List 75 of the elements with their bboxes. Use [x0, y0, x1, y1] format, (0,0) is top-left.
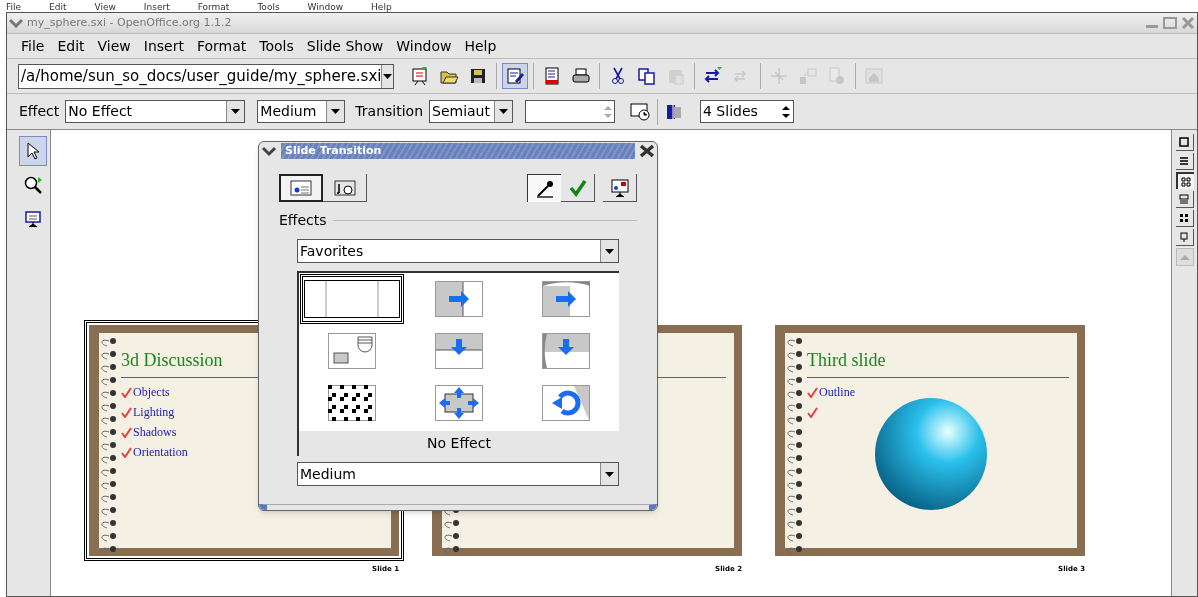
master-view-icon[interactable] [1175, 229, 1194, 246]
transition-dropdown[interactable]: Semiaut [429, 100, 513, 123]
background-menu-item[interactable]: Help [371, 3, 392, 12]
background-menu-item[interactable]: Window [307, 3, 344, 12]
edit-mode-icon[interactable] [502, 63, 528, 89]
close-icon[interactable] [639, 144, 655, 158]
none-effect-icon[interactable] [300, 274, 405, 324]
dropdown-caret-icon[interactable] [494, 101, 512, 122]
menu-item[interactable]: Format [196, 35, 247, 57]
dropdown-caret-icon[interactable] [600, 240, 618, 262]
check-bullet-icon [121, 426, 132, 438]
check-bullet-icon [807, 406, 818, 418]
speed-dropdown[interactable]: Medium [257, 100, 346, 123]
effect-name: No Effect [299, 431, 619, 456]
select-tool-icon[interactable] [18, 136, 47, 166]
background-menu-item[interactable]: View [94, 3, 116, 12]
menu-item[interactable]: File [21, 35, 45, 57]
slide-title: 3d Discussion [121, 349, 224, 371]
preview-screen-icon [609, 177, 630, 198]
slide-bullet-text: Lighting [133, 404, 175, 421]
slide-bullet-text: Orientation [133, 444, 188, 461]
slides-per-row-field[interactable]: 4 Slides [700, 100, 794, 123]
menu-item[interactable]: Slide Show [306, 35, 384, 57]
slide-thumbnail[interactable]: Third slide Outline [775, 325, 1085, 556]
check-bullet-icon [121, 406, 132, 418]
dialog-title: Slide Transition [285, 142, 382, 159]
dropdown-caret-icon[interactable] [600, 463, 618, 485]
time-field[interactable] [525, 100, 615, 123]
menu-item[interactable]: Tools [259, 35, 294, 57]
slides-view-icon[interactable] [1175, 172, 1194, 189]
notes-view-icon[interactable] [1175, 191, 1194, 208]
handout-view-icon[interactable] [1175, 210, 1194, 227]
pipette-icon [534, 178, 555, 199]
transition-label: Transition [355, 102, 423, 121]
dropdown-caret-icon[interactable] [326, 101, 345, 122]
slide-timing-icon[interactable] [629, 101, 651, 122]
background-menu-item[interactable]: File [6, 3, 22, 12]
dropdown-caret-icon[interactable] [226, 101, 245, 122]
sound-tab[interactable] [323, 174, 367, 202]
checkmark-icon [567, 177, 588, 198]
menu-item[interactable]: Window [396, 35, 452, 57]
slide-bullet-text: Shadows [133, 424, 177, 441]
dropdown-caret-icon[interactable] [381, 64, 393, 88]
category-dropdown[interactable]: Favorites [297, 239, 619, 263]
pipette-button[interactable] [527, 174, 561, 202]
background-menu-item[interactable]: Format [197, 3, 230, 12]
effect-dropdown[interactable]: No Effect [65, 100, 246, 123]
preview-button[interactable] [603, 174, 637, 202]
menu-item[interactable]: Insert [143, 35, 184, 57]
check-bullet-icon [121, 386, 132, 398]
check-bullet-icon [121, 446, 132, 458]
outline-view-icon[interactable] [1175, 153, 1194, 170]
slide-effect-icon [289, 179, 313, 197]
slide-bullet-text: Outline [819, 384, 855, 401]
background-menu-item[interactable]: Edit [49, 3, 67, 12]
hide-slide-icon[interactable] [664, 101, 684, 122]
url-field[interactable]: /a/home/sun_so_docs/user_guide/my_sphere.sxi [18, 63, 394, 89]
slide-bullet-text: Objects [133, 384, 170, 401]
drawing-view-icon[interactable] [1175, 134, 1194, 151]
music-note-timer-icon [332, 178, 357, 197]
dialog-menu-icon[interactable] [261, 145, 277, 157]
check-bullet-icon [807, 386, 818, 398]
background-menu-item[interactable]: Tools [257, 3, 280, 12]
background-menu-item[interactable]: Insert [143, 3, 170, 12]
apply-button[interactable] [561, 174, 595, 202]
window-menu-icon[interactable] [9, 18, 23, 28]
effect-label: Effect [19, 102, 60, 121]
menu-item[interactable]: View [97, 35, 131, 57]
effects-tab[interactable] [279, 174, 323, 202]
menu-item[interactable]: Help [464, 35, 497, 57]
window-title: my_sphere.sxi - OpenOffice.org 1.1.2 [27, 14, 232, 31]
dialog-speed-dropdown[interactable]: Medium [297, 462, 619, 486]
menu-item[interactable]: Edit [57, 35, 85, 57]
slide-title: Third slide [807, 349, 887, 371]
effects-section-label: Effects [279, 211, 327, 230]
